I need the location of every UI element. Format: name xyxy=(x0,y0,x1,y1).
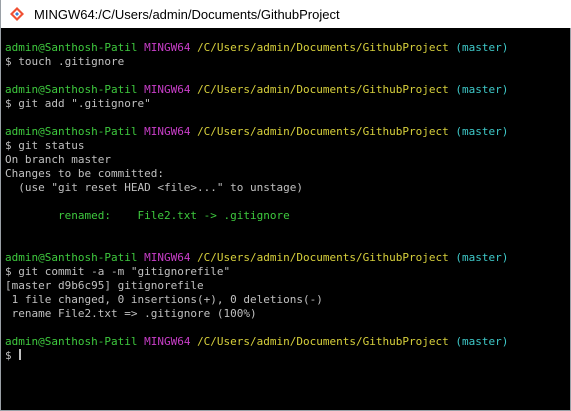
prompt-branch: (master) xyxy=(455,335,509,348)
output-line: rename File2.txt => .gitignore (100%) xyxy=(5,307,257,320)
command-text: git commit -a -m "gitignorefile" xyxy=(18,265,231,278)
prompt-path: /C/Users/admin/Documents/GithubProject xyxy=(197,251,449,264)
output-line: Changes to be committed: xyxy=(5,167,164,180)
prompt-branch: (master) xyxy=(455,251,509,264)
title-bar[interactable]: MINGW64:/C/Users/admin/Documents/GithubP… xyxy=(1,0,571,28)
command-line: $ touch .gitignore xyxy=(5,55,571,69)
git-bash-icon[interactable] xyxy=(8,5,26,23)
prompt-user-host: admin@Santhosh-Patil xyxy=(5,125,138,138)
output-line: [master d9b6c95] gitignorefile xyxy=(5,279,204,292)
output-line: (use "git reset HEAD <file>..." to unsta… xyxy=(5,181,304,194)
prompt-symbol: $ xyxy=(5,97,12,110)
output-line: On branch master xyxy=(5,153,111,166)
command-text: git status xyxy=(18,139,85,152)
command-text: touch .gitignore xyxy=(18,55,125,68)
prompt-user-host: admin@Santhosh-Patil xyxy=(5,335,138,348)
prompt-system: MINGW64 xyxy=(144,251,191,264)
prompt-branch: (master) xyxy=(455,83,509,96)
prompt-user-host: admin@Santhosh-Patil xyxy=(5,41,138,54)
command-line: $ git commit -a -m "gitignorefile" xyxy=(5,265,571,279)
prompt-line: admin@Santhosh-Patil MINGW64 /C/Users/ad… xyxy=(5,83,571,97)
prompt-system: MINGW64 xyxy=(144,41,191,54)
command-line: $ git add ".gitignore" xyxy=(5,97,571,111)
prompt-line: admin@Santhosh-Patil MINGW64 /C/Users/ad… xyxy=(5,251,571,265)
prompt-user-host: admin@Santhosh-Patil xyxy=(5,83,138,96)
command-text: git add ".gitignore" xyxy=(18,97,151,110)
prompt-path: /C/Users/admin/Documents/GithubProject xyxy=(197,41,449,54)
active-command-line[interactable]: $ xyxy=(5,349,571,363)
prompt-path: /C/Users/admin/Documents/GithubProject xyxy=(197,335,449,348)
prompt-symbol: $ xyxy=(5,55,12,68)
status-renamed-line: renamed: File2.txt -> .gitignore xyxy=(5,209,290,222)
terminal-output[interactable]: admin@Santhosh-Patil MINGW64 /C/Users/ad… xyxy=(1,28,571,410)
text-cursor xyxy=(19,349,22,360)
window-title: MINGW64:/C/Users/admin/Documents/GithubP… xyxy=(34,6,340,22)
prompt-symbol: $ xyxy=(5,265,12,278)
prompt-line: admin@Santhosh-Patil MINGW64 /C/Users/ad… xyxy=(5,335,571,349)
prompt-symbol: $ xyxy=(5,349,12,362)
prompt-system: MINGW64 xyxy=(144,125,191,138)
prompt-branch: (master) xyxy=(455,125,509,138)
prompt-path: /C/Users/admin/Documents/GithubProject xyxy=(197,125,449,138)
prompt-line: admin@Santhosh-Patil MINGW64 /C/Users/ad… xyxy=(5,125,571,139)
prompt-system: MINGW64 xyxy=(144,335,191,348)
prompt-user-host: admin@Santhosh-Patil xyxy=(5,251,138,264)
command-line: $ git status xyxy=(5,139,571,153)
prompt-line: admin@Santhosh-Patil MINGW64 /C/Users/ad… xyxy=(5,41,571,55)
output-line: 1 file changed, 0 insertions(+), 0 delet… xyxy=(5,293,323,306)
prompt-branch: (master) xyxy=(455,41,509,54)
terminal-window: MINGW64:/C/Users/admin/Documents/GithubP… xyxy=(0,0,571,411)
prompt-symbol: $ xyxy=(5,139,12,152)
prompt-system: MINGW64 xyxy=(144,83,191,96)
prompt-path: /C/Users/admin/Documents/GithubProject xyxy=(197,83,449,96)
